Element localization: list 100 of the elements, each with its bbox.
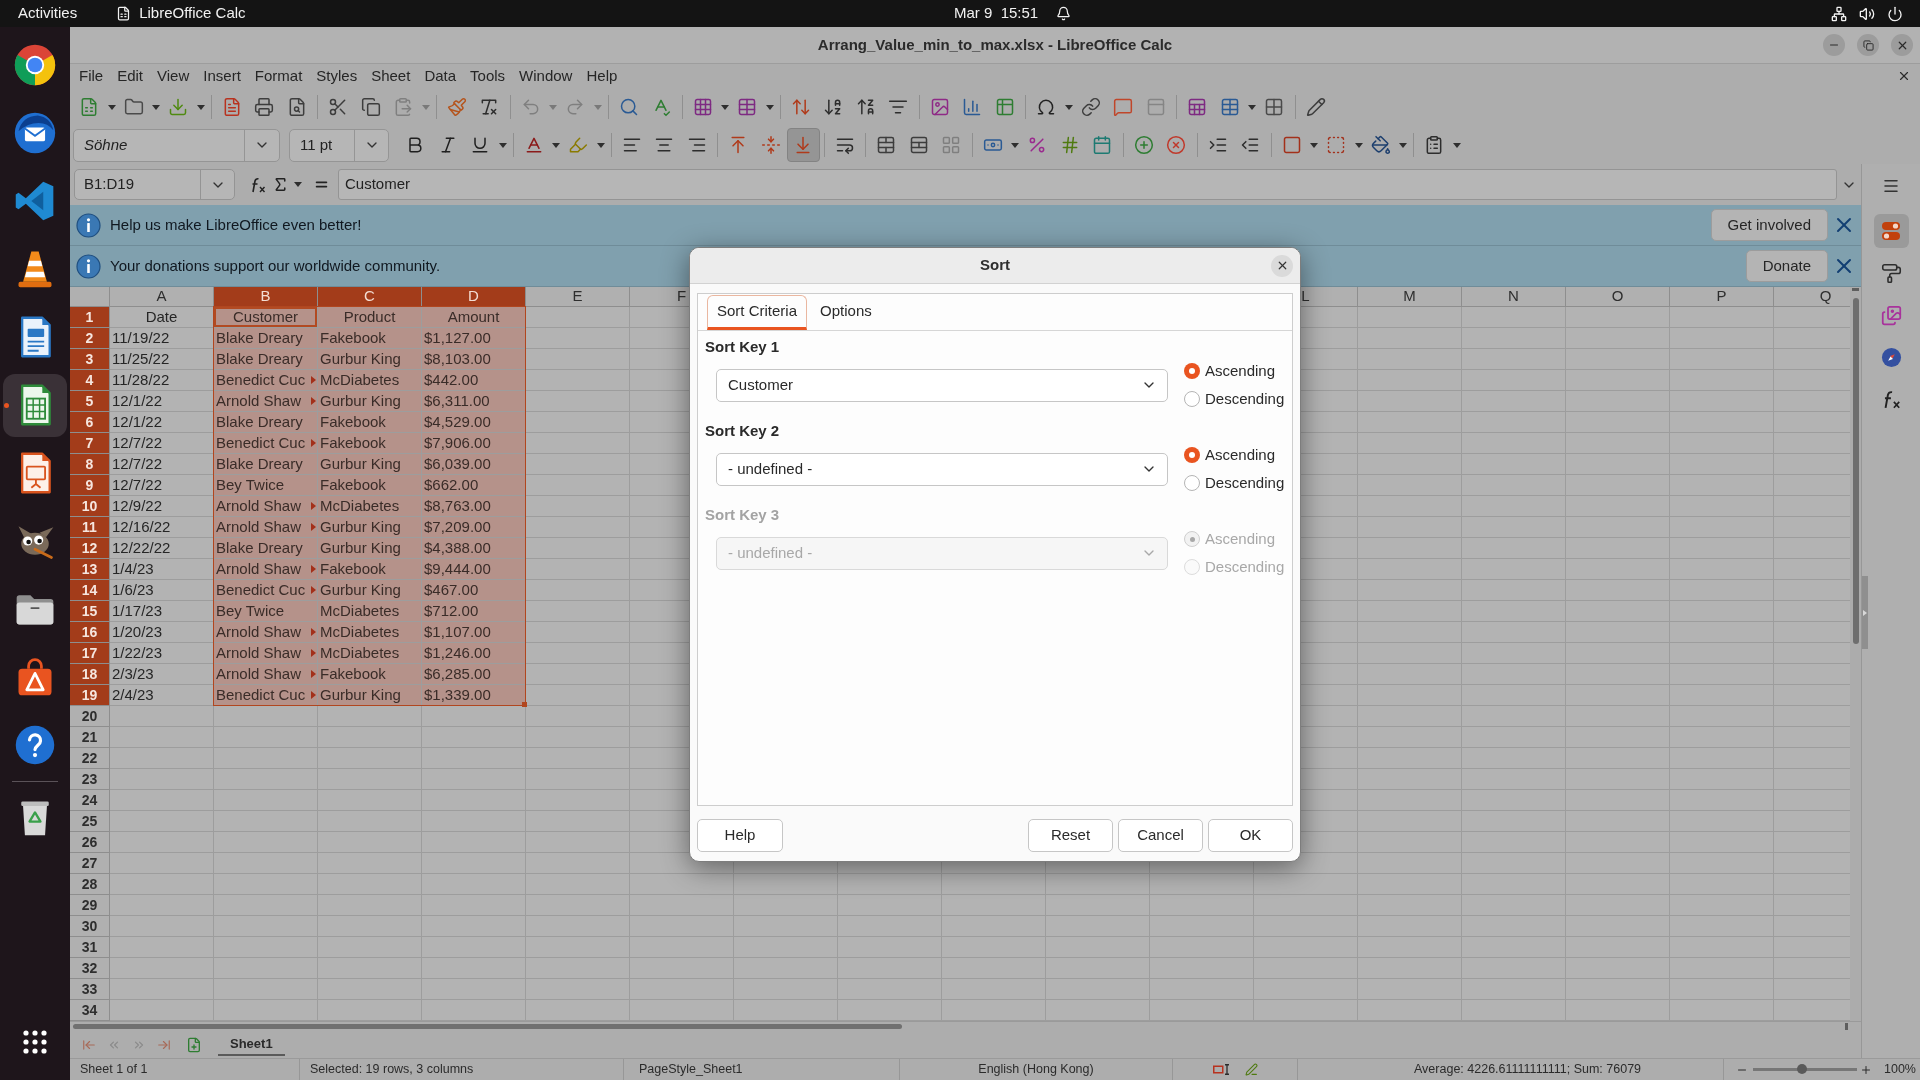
row-header[interactable]: 3 bbox=[70, 349, 110, 370]
fill-handle[interactable] bbox=[522, 702, 527, 707]
row-header[interactable]: 6 bbox=[70, 412, 110, 433]
menu-icon[interactable] bbox=[1882, 177, 1900, 195]
tab[interactable]: Sort Criteria bbox=[707, 295, 808, 330]
menu-item[interactable]: File bbox=[72, 64, 111, 88]
menu-item[interactable]: Tools bbox=[463, 64, 513, 88]
row-header[interactable]: 7 bbox=[70, 433, 110, 454]
scrollbar-thumb[interactable] bbox=[1852, 298, 1859, 644]
app-grid-icon[interactable] bbox=[23, 1030, 47, 1054]
network-icon[interactable] bbox=[1831, 5, 1847, 22]
radio-label[interactable]: Ascending bbox=[1205, 359, 1276, 383]
row-header[interactable]: 8 bbox=[70, 454, 110, 475]
collapse-handle[interactable] bbox=[1862, 576, 1868, 649]
volume-icon[interactable] bbox=[1859, 5, 1875, 22]
restore-button[interactable] bbox=[1857, 34, 1879, 56]
caret-icon[interactable] bbox=[1310, 142, 1318, 148]
caret-icon[interactable] bbox=[1011, 142, 1019, 148]
caret-icon[interactable] bbox=[1064, 104, 1073, 110]
sidebar-tab[interactable] bbox=[1873, 214, 1909, 248]
dialog-button[interactable]: Reset bbox=[1028, 819, 1113, 852]
action-button[interactable]: Get involved bbox=[1710, 209, 1828, 241]
row-header[interactable]: 17 bbox=[70, 643, 110, 664]
radio-label[interactable]: Ascending bbox=[1205, 443, 1276, 467]
language[interactable]: English (Hong Kong) bbox=[978, 1060, 1094, 1079]
menu-item[interactable]: Sheet bbox=[364, 64, 418, 88]
radio-button[interactable] bbox=[1184, 447, 1200, 463]
dropdown-field[interactable]: - undefined - bbox=[716, 452, 1168, 486]
column-header[interactable]: P bbox=[1670, 287, 1774, 307]
column-header[interactable]: A bbox=[110, 287, 214, 307]
menu-item[interactable]: Window bbox=[512, 64, 580, 88]
row-header[interactable]: 26 bbox=[70, 832, 110, 853]
zoom-reading[interactable]: 100% bbox=[1884, 1060, 1916, 1079]
function-icon[interactable] bbox=[250, 176, 266, 193]
row-header[interactable]: 5 bbox=[70, 391, 110, 412]
radio-button[interactable] bbox=[1184, 363, 1200, 379]
column-header[interactable]: O bbox=[1566, 287, 1670, 307]
row-header[interactable]: 31 bbox=[70, 937, 110, 958]
row-header[interactable]: 21 bbox=[70, 727, 110, 748]
column-header[interactable]: N bbox=[1462, 287, 1566, 307]
caret-icon[interactable] bbox=[596, 142, 605, 148]
row-header[interactable]: 1 bbox=[70, 307, 110, 328]
row-header[interactable]: 9 bbox=[70, 475, 110, 496]
dropdown-field[interactable]: Customer bbox=[716, 368, 1168, 402]
row-header[interactable]: 19 bbox=[70, 685, 110, 706]
caret-icon[interactable] bbox=[721, 104, 729, 110]
row-header[interactable]: 23 bbox=[70, 769, 110, 790]
caret-icon[interactable] bbox=[498, 142, 507, 148]
radio-button[interactable] bbox=[1184, 391, 1200, 407]
row-header[interactable]: 18 bbox=[70, 664, 110, 685]
menu-item[interactable]: Insert bbox=[196, 64, 248, 88]
row-header[interactable]: 13 bbox=[70, 559, 110, 580]
caret-icon[interactable] bbox=[196, 104, 205, 110]
row-header[interactable]: 33 bbox=[70, 979, 110, 1000]
font-name-field[interactable]: Söhne bbox=[73, 128, 280, 162]
slider-thumb[interactable] bbox=[1796, 1064, 1807, 1074]
caret-icon[interactable] bbox=[107, 104, 116, 110]
menu-item[interactable]: Data bbox=[417, 64, 464, 88]
row-header[interactable]: 27 bbox=[70, 853, 110, 874]
row-header[interactable]: 20 bbox=[70, 706, 110, 727]
caret-icon[interactable] bbox=[294, 182, 302, 187]
split-handle-icon[interactable] bbox=[1852, 288, 1859, 291]
row-header[interactable]: 34 bbox=[70, 1000, 110, 1021]
row-header[interactable]: 24 bbox=[70, 790, 110, 811]
dialog-button[interactable]: OK bbox=[1208, 819, 1293, 852]
close-button[interactable] bbox=[1271, 254, 1293, 277]
menu-item[interactable]: Format bbox=[247, 64, 310, 88]
caret-icon[interactable] bbox=[1452, 142, 1461, 148]
row-header[interactable]: 11 bbox=[70, 517, 110, 538]
formula-input[interactable]: Customer bbox=[338, 169, 1837, 200]
clock[interactable]: Mar 9 15:51 bbox=[954, 2, 1039, 25]
selection-mode-icon[interactable] bbox=[1212, 1064, 1231, 1075]
close-button[interactable] bbox=[1891, 34, 1913, 56]
arrow-to-start-icon[interactable] bbox=[81, 1037, 96, 1052]
row-header[interactable]: 10 bbox=[70, 496, 110, 517]
row-header[interactable]: 25 bbox=[70, 811, 110, 832]
menu-item[interactable]: Edit bbox=[110, 64, 151, 88]
font-size-field[interactable]: 11 pt bbox=[289, 128, 389, 162]
row-header[interactable]: 15 bbox=[70, 601, 110, 622]
row-header[interactable]: 28 bbox=[70, 874, 110, 895]
menu-item[interactable]: Help bbox=[579, 64, 625, 88]
column-header[interactable]: M bbox=[1358, 287, 1462, 307]
zoom-in-icon[interactable] bbox=[1860, 1063, 1872, 1076]
app-name[interactable]: LibreOffice Calc bbox=[139, 2, 246, 25]
column-header[interactable]: C bbox=[318, 287, 422, 307]
minimize-button[interactable] bbox=[1823, 34, 1845, 56]
dock-button[interactable] bbox=[3, 373, 67, 437]
caret-icon[interactable] bbox=[1248, 104, 1256, 110]
page-style[interactable]: PageStyle_Sheet1 bbox=[639, 1060, 743, 1079]
action-button[interactable]: Donate bbox=[1745, 250, 1828, 282]
activities-button[interactable]: Activities bbox=[18, 2, 78, 25]
sheet-tab[interactable]: Sheet1 bbox=[218, 1033, 285, 1056]
column-header[interactable]: D bbox=[422, 287, 526, 307]
power-icon[interactable] bbox=[1887, 5, 1903, 22]
row-header[interactable]: 4 bbox=[70, 370, 110, 391]
row-header[interactable]: 2 bbox=[70, 328, 110, 349]
tab[interactable]: Options bbox=[807, 295, 885, 330]
caret-icon[interactable] bbox=[552, 142, 560, 148]
row-header[interactable]: 32 bbox=[70, 958, 110, 979]
row-header[interactable]: 16 bbox=[70, 622, 110, 643]
